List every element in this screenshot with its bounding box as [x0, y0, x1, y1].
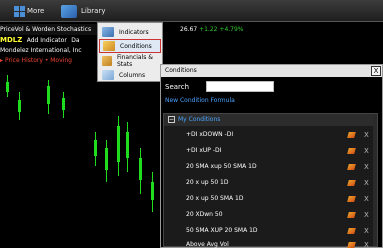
delete-icon[interactable]: X: [364, 207, 369, 223]
menu-item-label: Indicators: [119, 28, 149, 36]
menu-item-label: Columns: [119, 71, 146, 79]
truncated-label: Da: [71, 37, 80, 44]
menu-item-conditions[interactable]: Conditions: [99, 39, 161, 53]
last-price: 26.67: [180, 26, 198, 33]
collapse-icon[interactable]: −: [168, 116, 175, 123]
list-item[interactable]: 20 x up 50 1D X: [164, 175, 377, 191]
more-label: More: [27, 7, 45, 15]
expand-triangle-icon: ▸: [0, 57, 4, 64]
list-item[interactable]: 20 x up 50 SMA 1D X: [164, 191, 377, 207]
list-item[interactable]: 20 SMA xup 50 SMA 1D X: [164, 159, 377, 175]
quote-readout: 26.67 +1.22 +4.79%: [180, 26, 244, 33]
condition-name: +DI xDOWN -DI: [186, 131, 234, 138]
menu-item-label: Financials & Stats: [116, 54, 153, 68]
indicators-icon: [102, 27, 114, 37]
condition-name: 20 SMA xup 50 SMA 1D: [186, 163, 257, 170]
conditions-dialog: Conditions X Search New Condition Formul…: [160, 64, 383, 248]
financials-icon: [102, 56, 112, 66]
condition-name: 20 XDwn 50: [186, 211, 223, 218]
search-label: Search: [165, 83, 190, 91]
new-condition-link[interactable]: New Condition Formula: [165, 97, 235, 104]
add-indicator-button[interactable]: Add Indicator: [27, 37, 67, 44]
delete-icon[interactable]: X: [364, 191, 369, 207]
list-item[interactable]: Above Avg Vol X: [164, 237, 377, 248]
edit-icon[interactable]: [347, 196, 356, 202]
delete-icon[interactable]: X: [364, 159, 369, 175]
menu-item-columns[interactable]: Columns: [99, 68, 161, 82]
group-label: My Conditions: [178, 116, 221, 123]
menu-item-label: Conditions: [120, 42, 152, 50]
columns-icon: [102, 70, 114, 80]
menu-item-indicators[interactable]: Indicators: [99, 25, 161, 39]
group-my-conditions[interactable]: − My Conditions: [164, 114, 377, 126]
conditions-list: − My Conditions +DI xDOWN -DI X +DI xUP -…: [163, 113, 378, 248]
menu-item-financials[interactable]: Financials & Stats: [99, 54, 161, 68]
list-item[interactable]: +DI xDOWN -DI X: [164, 127, 377, 143]
list-scrollbar[interactable]: [373, 114, 377, 246]
edit-icon[interactable]: [347, 212, 356, 218]
condition-name: +DI xUP -DI: [186, 147, 222, 154]
edit-icon[interactable]: [347, 180, 356, 186]
library-icon: [61, 4, 77, 18]
top-toolbar: More Library: [0, 0, 383, 22]
edit-icon[interactable]: [347, 242, 356, 248]
more-menu: Indicators Conditions Financials & Stats…: [97, 22, 163, 82]
dialog-title[interactable]: Conditions: [161, 65, 382, 77]
edit-icon[interactable]: [347, 228, 356, 234]
list-item[interactable]: +DI xUP -DI X: [164, 143, 377, 159]
grid-icon: [14, 5, 25, 17]
more-button[interactable]: More: [14, 3, 44, 19]
delete-icon[interactable]: X: [364, 175, 369, 191]
close-icon[interactable]: X: [371, 66, 381, 76]
edit-icon[interactable]: [347, 132, 356, 138]
price-change-percent: +4.79%: [219, 26, 244, 33]
edit-icon[interactable]: [347, 164, 356, 170]
delete-icon[interactable]: X: [364, 127, 369, 143]
condition-name: 20 x up 50 1D: [186, 179, 229, 186]
list-item[interactable]: 20 XDwn 50 X: [164, 207, 377, 223]
search-input[interactable]: [206, 81, 274, 92]
price-history-label: Price History • Moving: [5, 57, 72, 64]
delete-icon[interactable]: X: [364, 237, 369, 248]
condition-name: Above Avg Vol: [186, 241, 229, 248]
condition-name: 20 x up 50 SMA 1D: [186, 195, 244, 202]
price-change: +1.22: [199, 26, 218, 33]
delete-icon[interactable]: X: [364, 143, 369, 159]
library-label: Library: [81, 7, 106, 15]
edit-icon[interactable]: [347, 148, 356, 154]
conditions-icon: [103, 41, 115, 51]
library-button[interactable]: Library: [61, 3, 105, 19]
symbol-label[interactable]: MDLZ: [0, 36, 22, 44]
